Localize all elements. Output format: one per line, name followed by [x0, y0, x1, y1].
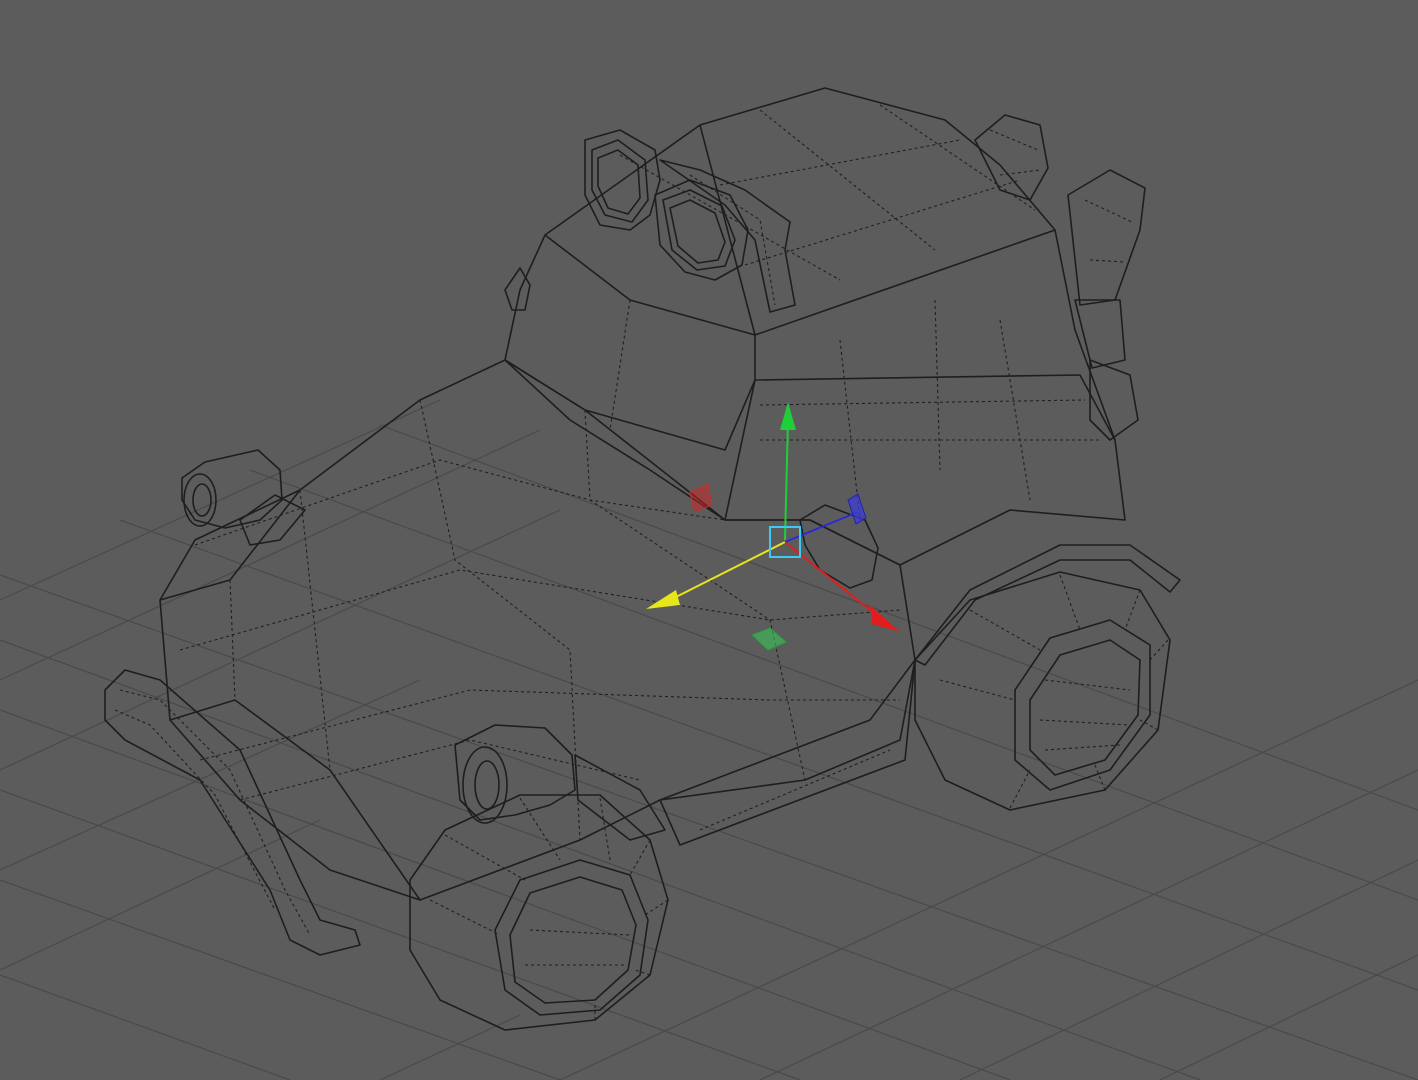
xy-plane-handle[interactable] — [847, 493, 867, 525]
view-axis-handle[interactable] — [669, 541, 786, 601]
headlight-lower[interactable] — [454, 724, 666, 841]
headlight-left[interactable] — [181, 449, 306, 546]
3d-viewport[interactable] — [0, 0, 1418, 1080]
y-axis-handle[interactable] — [784, 419, 789, 541]
front-wheel[interactable] — [409, 794, 669, 1031]
bumper-bar[interactable] — [104, 669, 361, 956]
roof-lights[interactable] — [584, 129, 796, 313]
exhaust-pipes[interactable] — [974, 114, 1146, 441]
rear-wheel[interactable] — [914, 571, 1171, 811]
running-board[interactable] — [659, 544, 1181, 846]
hood[interactable] — [159, 359, 916, 901]
xz-plane-handle[interactable] — [751, 627, 787, 651]
view-axis-arrow[interactable] — [646, 590, 680, 609]
y-axis-arrow[interactable] — [780, 402, 796, 430]
